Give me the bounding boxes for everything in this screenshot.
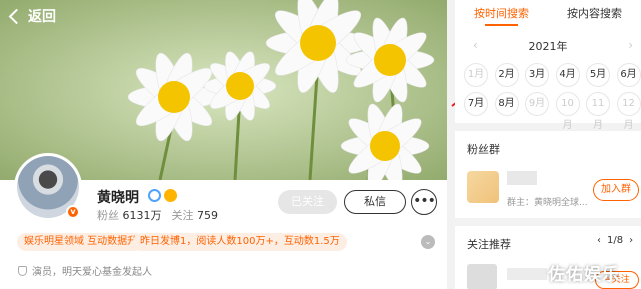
- month-4[interactable]: 4月: [555, 63, 580, 87]
- profile-panel: 返回 v 黄晓明 粉丝 6131万 关注 759 已关注 私信 ••• 娱乐明星…: [0, 0, 447, 289]
- recommend-title: 关注推荐: [467, 238, 511, 251]
- recommend-avatar[interactable]: [467, 264, 497, 289]
- back-label: 返回: [28, 9, 56, 25]
- recommend-pager: ‹ 1/8 ›: [597, 235, 633, 246]
- follow-label: 关注: [171, 209, 194, 222]
- tab-search-by-content[interactable]: 按内容搜索: [548, 0, 641, 28]
- name-badges: [148, 189, 177, 202]
- month-2[interactable]: 2月: [494, 63, 519, 87]
- member-badge-icon[interactable]: [148, 189, 161, 202]
- month-8[interactable]: 8月: [494, 92, 519, 116]
- year-selector: ‹ 2021年 ›: [455, 38, 641, 54]
- bio-row: 演员，明天爱心基金发起人: [18, 263, 152, 278]
- back-button[interactable]: 返回: [8, 6, 56, 26]
- page-indicator: 1/8: [607, 235, 624, 246]
- recommend-name-placeholder: [507, 268, 547, 280]
- next-page-icon[interactable]: ›: [629, 235, 633, 246]
- cover-image: 返回: [0, 0, 447, 180]
- followed-button[interactable]: 已关注: [278, 190, 337, 214]
- back-arrow-icon: [8, 8, 25, 24]
- month-1[interactable]: 1月: [464, 63, 488, 87]
- month-3[interactable]: 3月: [525, 63, 549, 87]
- daisy-photo: [0, 0, 447, 180]
- profile-stats: 粉丝 6131万 关注 759: [97, 207, 218, 223]
- prev-page-icon[interactable]: ‹: [597, 235, 601, 246]
- fans-group-card: 粉丝群 群主：黄晓明全球... 加入群: [455, 131, 641, 218]
- fans-group-title: 粉丝群: [467, 143, 500, 156]
- fans-label: 粉丝: [97, 209, 119, 222]
- tag-domain[interactable]: 娱乐明星领域 互动数据升: [17, 233, 145, 251]
- expand-chevron-icon[interactable]: ⌄: [421, 235, 435, 249]
- month-11[interactable]: 11月: [586, 92, 610, 131]
- month-7[interactable]: 7月: [464, 92, 488, 116]
- tag-daily-stats[interactable]: 昨日发博1，阅读人数100万+，互动数1.5万: [133, 233, 347, 251]
- bio-text: 演员，明天爱心基金发起人: [32, 267, 152, 278]
- follow-stat[interactable]: 关注 759: [172, 207, 219, 223]
- month-6[interactable]: 6月: [616, 63, 641, 87]
- watermark: 佐佑娱乐: [548, 265, 620, 285]
- next-year-icon[interactable]: ›: [628, 38, 633, 52]
- join-group-button[interactable]: 加入群: [593, 179, 639, 201]
- verified-badge-icon: v: [66, 205, 80, 219]
- group-avatar[interactable]: [467, 171, 499, 203]
- message-button[interactable]: 私信: [344, 190, 406, 214]
- month-10[interactable]: 10月: [555, 92, 580, 131]
- group-name-placeholder: [507, 171, 537, 185]
- month-9[interactable]: 9月: [525, 92, 549, 116]
- more-options-button[interactable]: •••: [411, 189, 437, 215]
- tab-search-by-time[interactable]: 按时间搜索: [455, 0, 548, 28]
- shield-icon: [18, 265, 27, 276]
- year-label: 2021年: [528, 40, 568, 53]
- profile-name: 黄晓明: [97, 190, 139, 206]
- follow-value: 759: [197, 209, 218, 222]
- fans-value: 6131万: [122, 209, 162, 222]
- fans-stat[interactable]: 粉丝 6131万: [97, 207, 162, 223]
- search-tabs: 按时间搜索 按内容搜索: [455, 0, 641, 28]
- month-12[interactable]: 12月: [616, 92, 641, 131]
- group-owner: 群主：黄晓明全球...: [507, 198, 588, 208]
- emoji-badge-icon[interactable]: [164, 189, 177, 202]
- month-5[interactable]: 5月: [586, 63, 610, 87]
- time-search-card: 按时间搜索 按内容搜索 ‹ 2021年 › 1月 2月 3月 4月 5月 6月 7月 8月 9月…: [455, 0, 641, 131]
